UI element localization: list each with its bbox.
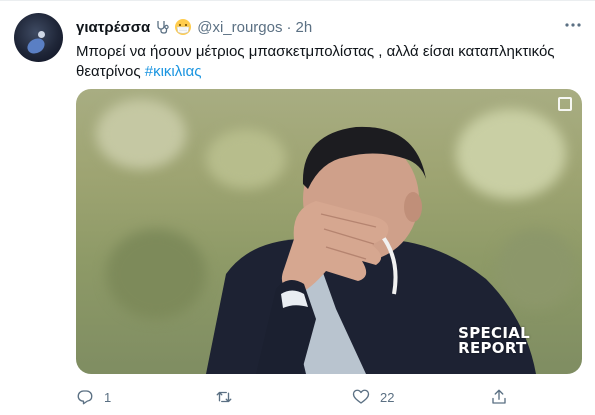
hashtag-link[interactable]: #κικιλιας xyxy=(145,63,202,80)
tweet-header: γιατρέσσα @xi_rourgos · 2h xyxy=(76,16,312,38)
reply-count: 1 xyxy=(104,389,112,405)
video-indicator-icon xyxy=(558,97,572,111)
medical-mask-emoji-icon xyxy=(174,18,192,36)
tweet-actions: 1 22 xyxy=(76,385,582,409)
tweet-media-video[interactable]: SPECIAL REPORT xyxy=(76,89,582,374)
more-options-button[interactable] xyxy=(563,17,583,33)
like-count: 22 xyxy=(380,389,395,405)
like-button[interactable]: 22 xyxy=(352,388,394,406)
heart-icon xyxy=(352,389,370,404)
share-button[interactable] xyxy=(490,388,508,406)
user-handle[interactable]: @xi_rourgos xyxy=(197,19,282,36)
retweet-icon xyxy=(216,391,232,403)
tweet-text: Μπορεί να ήσουν μέτριος μπασκετμπολίστας… xyxy=(76,42,581,82)
reply-button[interactable]: 1 xyxy=(76,388,111,406)
tweet-timestamp[interactable]: 2h xyxy=(295,19,312,36)
stethoscope-emoji-icon xyxy=(154,19,170,35)
more-horizontal-icon xyxy=(565,23,581,27)
media-watermark: SPECIAL REPORT xyxy=(458,326,530,356)
share-icon xyxy=(492,389,506,404)
display-name[interactable]: γιατρέσσα xyxy=(76,19,150,36)
tweet-card[interactable]: γιατρέσσα @xi_rourgos · 2h Μπορεί να ήσο… xyxy=(0,0,595,415)
reply-icon xyxy=(77,390,93,405)
retweet-button[interactable] xyxy=(214,388,244,406)
watermark-line-2: REPORT xyxy=(458,339,527,357)
header-separator: · xyxy=(286,18,292,36)
avatar[interactable] xyxy=(14,13,63,62)
